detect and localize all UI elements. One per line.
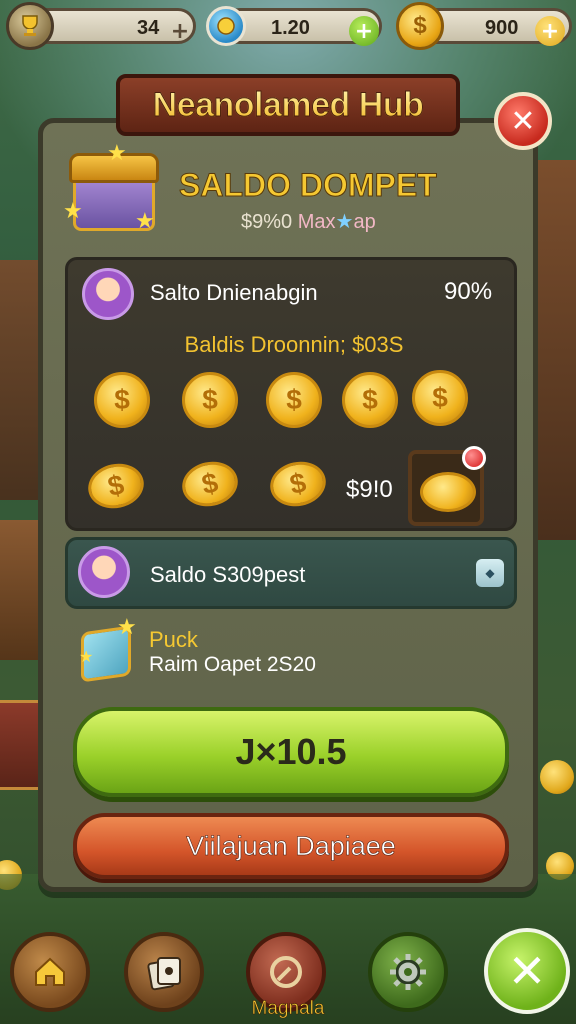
close-button[interactable]: ✕ bbox=[494, 92, 552, 150]
puck-subtitle: Raim Oapet 2S20 bbox=[149, 653, 316, 676]
wallet-row-label: Saldo S309pest bbox=[150, 562, 306, 587]
gear-icon bbox=[390, 954, 426, 990]
coin-amount-label: $9!0 bbox=[346, 476, 393, 503]
expand-button[interactable]: ◆ bbox=[476, 559, 504, 587]
wallet-balance: $9%0 bbox=[241, 211, 293, 233]
coin-background bbox=[540, 760, 574, 794]
gem-value: 1.20 bbox=[271, 17, 310, 39]
wallet-row-label: Salto Dnienabgin bbox=[150, 280, 318, 305]
coin-add-button[interactable]: + bbox=[535, 16, 565, 46]
wallet-panel: ★ ★ ★ SALDO DOMPET $9%0 Max★ap Salto Dni… bbox=[38, 118, 538, 892]
trophy-add-button[interactable]: + bbox=[165, 16, 195, 46]
wallet-title: SALDO DOMPET bbox=[179, 167, 438, 204]
home-button[interactable] bbox=[10, 932, 90, 1012]
coin-icon[interactable]: $ bbox=[182, 372, 238, 428]
magnala-label: Magnala bbox=[251, 998, 325, 1020]
cards-button[interactable] bbox=[124, 932, 204, 1012]
coin-value: 900 bbox=[485, 17, 519, 39]
coin-icon[interactable]: $ bbox=[412, 370, 468, 426]
selected-coin-slot[interactable] bbox=[408, 446, 486, 526]
gem-add-button[interactable]: + bbox=[349, 16, 379, 46]
coin-icon[interactable]: $ bbox=[84, 458, 148, 514]
puck-box-icon: ★ ★ bbox=[77, 615, 137, 683]
compass-icon bbox=[270, 956, 302, 988]
coin-icon[interactable]: $ bbox=[94, 372, 150, 428]
gem-icon bbox=[206, 6, 246, 46]
trophy-icon bbox=[6, 2, 54, 50]
avatar bbox=[78, 546, 130, 598]
hub-title: Neanolamed Hub bbox=[152, 85, 424, 124]
wallet-percent: 90% bbox=[444, 278, 493, 305]
puck-title: Puck bbox=[149, 627, 198, 652]
gem-counter: 1.20 + bbox=[222, 8, 382, 46]
coin-icon[interactable]: $ bbox=[178, 456, 242, 512]
home-icon bbox=[35, 957, 65, 986]
resource-bar: 34 + 1.20 + 900 + $ bbox=[0, 0, 576, 56]
coin-icon[interactable]: $ bbox=[266, 372, 322, 428]
coin-icon bbox=[420, 472, 476, 512]
treasure-chest-icon: ★ ★ ★ bbox=[63, 141, 161, 241]
settings-button[interactable] bbox=[368, 932, 448, 1012]
avatar bbox=[82, 268, 134, 320]
coin-icon[interactable]: $ bbox=[266, 456, 330, 512]
trophy-value: 34 bbox=[137, 17, 160, 39]
multiplier-button[interactable]: J×10.5 bbox=[73, 707, 509, 797]
multiplier-button-label: J×10.5 bbox=[235, 731, 347, 772]
wallet-detail-box: Salto Dnienabgin 90% Baldis Droonnin; $0… bbox=[65, 257, 517, 531]
coin-icon[interactable]: $ bbox=[342, 372, 398, 428]
star-icon: ★ bbox=[335, 211, 354, 233]
max-tail: ap bbox=[353, 211, 376, 233]
coin-icon: $ bbox=[396, 2, 444, 50]
cards-icon bbox=[147, 957, 181, 991]
max-label: Max bbox=[297, 211, 336, 233]
notification-dot bbox=[462, 446, 486, 470]
wallet-row[interactable]: Saldo S309pest ◆ bbox=[65, 537, 517, 609]
secondary-action-label: Viilajuan Dapiaee bbox=[186, 830, 396, 861]
secondary-action-button[interactable]: Viilajuan Dapiaee bbox=[73, 813, 509, 879]
wallet-subtitle: $9%0 Max★ap bbox=[241, 209, 376, 234]
hub-title-banner: Neanolamed Hub bbox=[116, 74, 460, 136]
confirm-button[interactable]: ✕ bbox=[484, 928, 570, 1014]
balance-line: Baldis Droonnin; $03S bbox=[184, 332, 404, 357]
